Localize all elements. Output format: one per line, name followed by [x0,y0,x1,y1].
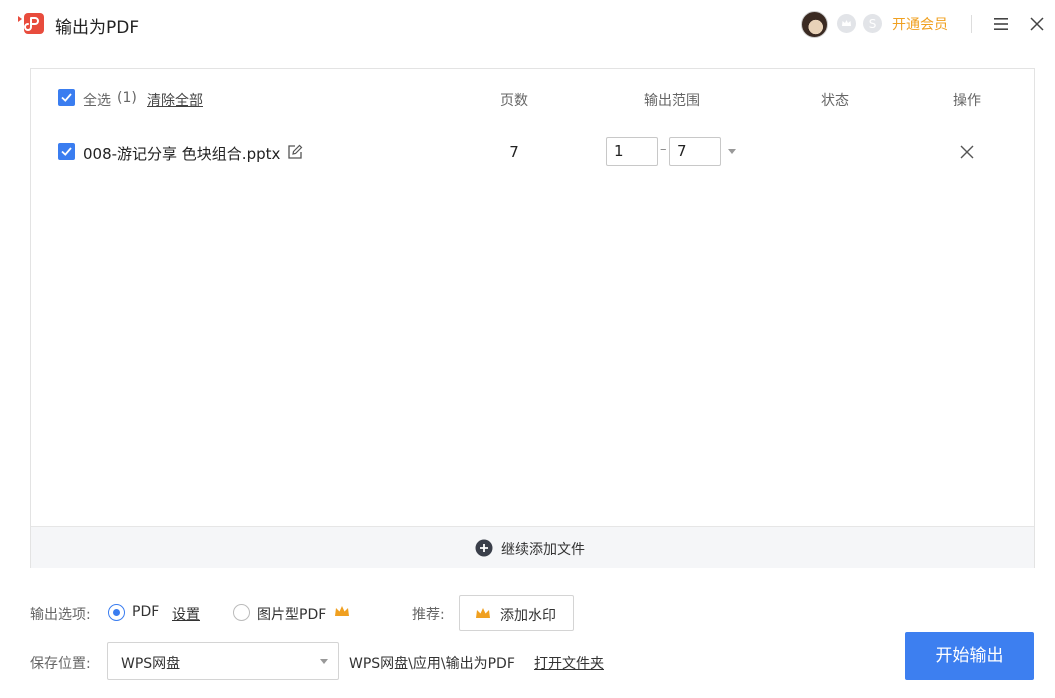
pdf-option-label[interactable]: PDF [132,604,159,620]
rename-edit-icon[interactable] [287,144,303,160]
column-pages: 页数 [500,93,528,109]
watermark-crown-icon [476,608,490,618]
file-list-panel: 全选 (1) 清除全部 页数 输出范围 状态 操作 008-游记分享 色块组合.… [30,68,1035,568]
add-circle-icon [475,539,493,557]
add-more-files-label: 继续添加文件 [501,542,585,558]
wps-pdf-logo-icon [18,13,44,34]
range-to-input[interactable]: 7 [669,137,721,166]
column-action: 操作 [953,93,981,109]
close-window-icon[interactable] [1029,16,1045,32]
svg-text:S: S [869,17,877,31]
image-pdf-option-label[interactable]: 图片型PDF [257,604,326,624]
recommend-label: 推荐: [412,607,445,623]
chevron-down-icon [320,659,328,664]
file-list-header: 全选 (1) 清除全部 页数 输出范围 状态 操作 [31,69,1034,127]
open-vip-link[interactable]: 开通会员 [892,14,948,34]
output-options-label: 输出选项: [30,607,91,623]
save-path: WPS网盘\应用\输出为PDF [349,656,515,672]
coin-badge-icon[interactable]: S [863,14,882,33]
pdf-settings-link[interactable]: 设置 [172,604,200,624]
range-separator: – [660,142,667,157]
add-more-files-bar[interactable]: 继续添加文件 [31,526,1034,568]
file-count: (1) [117,90,137,106]
file-name: 008-游记分享 色块组合.pptx [83,145,281,163]
file-row: 008-游记分享 色块组合.pptx 7 1 – 7 [31,127,1034,177]
select-all-checkbox[interactable] [58,89,75,106]
column-status: 状态 [821,93,849,109]
vip-crown-badge-icon[interactable] [837,14,856,33]
save-location-label: 保存位置: [30,656,91,672]
vip-crown-icon [335,606,349,616]
start-export-button[interactable]: 开始输出 [905,632,1034,680]
pdf-radio[interactable] [108,604,125,621]
user-avatar[interactable] [801,11,828,38]
file-pages: 7 [509,143,519,161]
save-location-value: WPS网盘 [121,656,181,672]
select-all-label[interactable]: 全选 [83,90,111,110]
menu-icon[interactable] [993,17,1009,31]
column-range: 输出范围 [644,93,700,109]
open-folder-link[interactable]: 打开文件夹 [534,653,604,673]
clear-all-link[interactable]: 清除全部 [147,90,203,110]
title-bar: 输出为PDF S 开通会员 [0,0,1055,48]
titlebar-divider [971,15,972,33]
save-location-select[interactable]: WPS网盘 [107,642,339,680]
remove-file-icon[interactable] [959,144,975,160]
window-title: 输出为PDF [55,18,140,38]
add-watermark-label: 添加水印 [500,608,556,624]
file-checkbox[interactable] [58,143,75,160]
range-dropdown-icon[interactable] [728,149,736,154]
add-watermark-button[interactable]: 添加水印 [459,595,574,631]
range-from-input[interactable]: 1 [606,137,658,166]
image-pdf-radio[interactable] [233,604,250,621]
